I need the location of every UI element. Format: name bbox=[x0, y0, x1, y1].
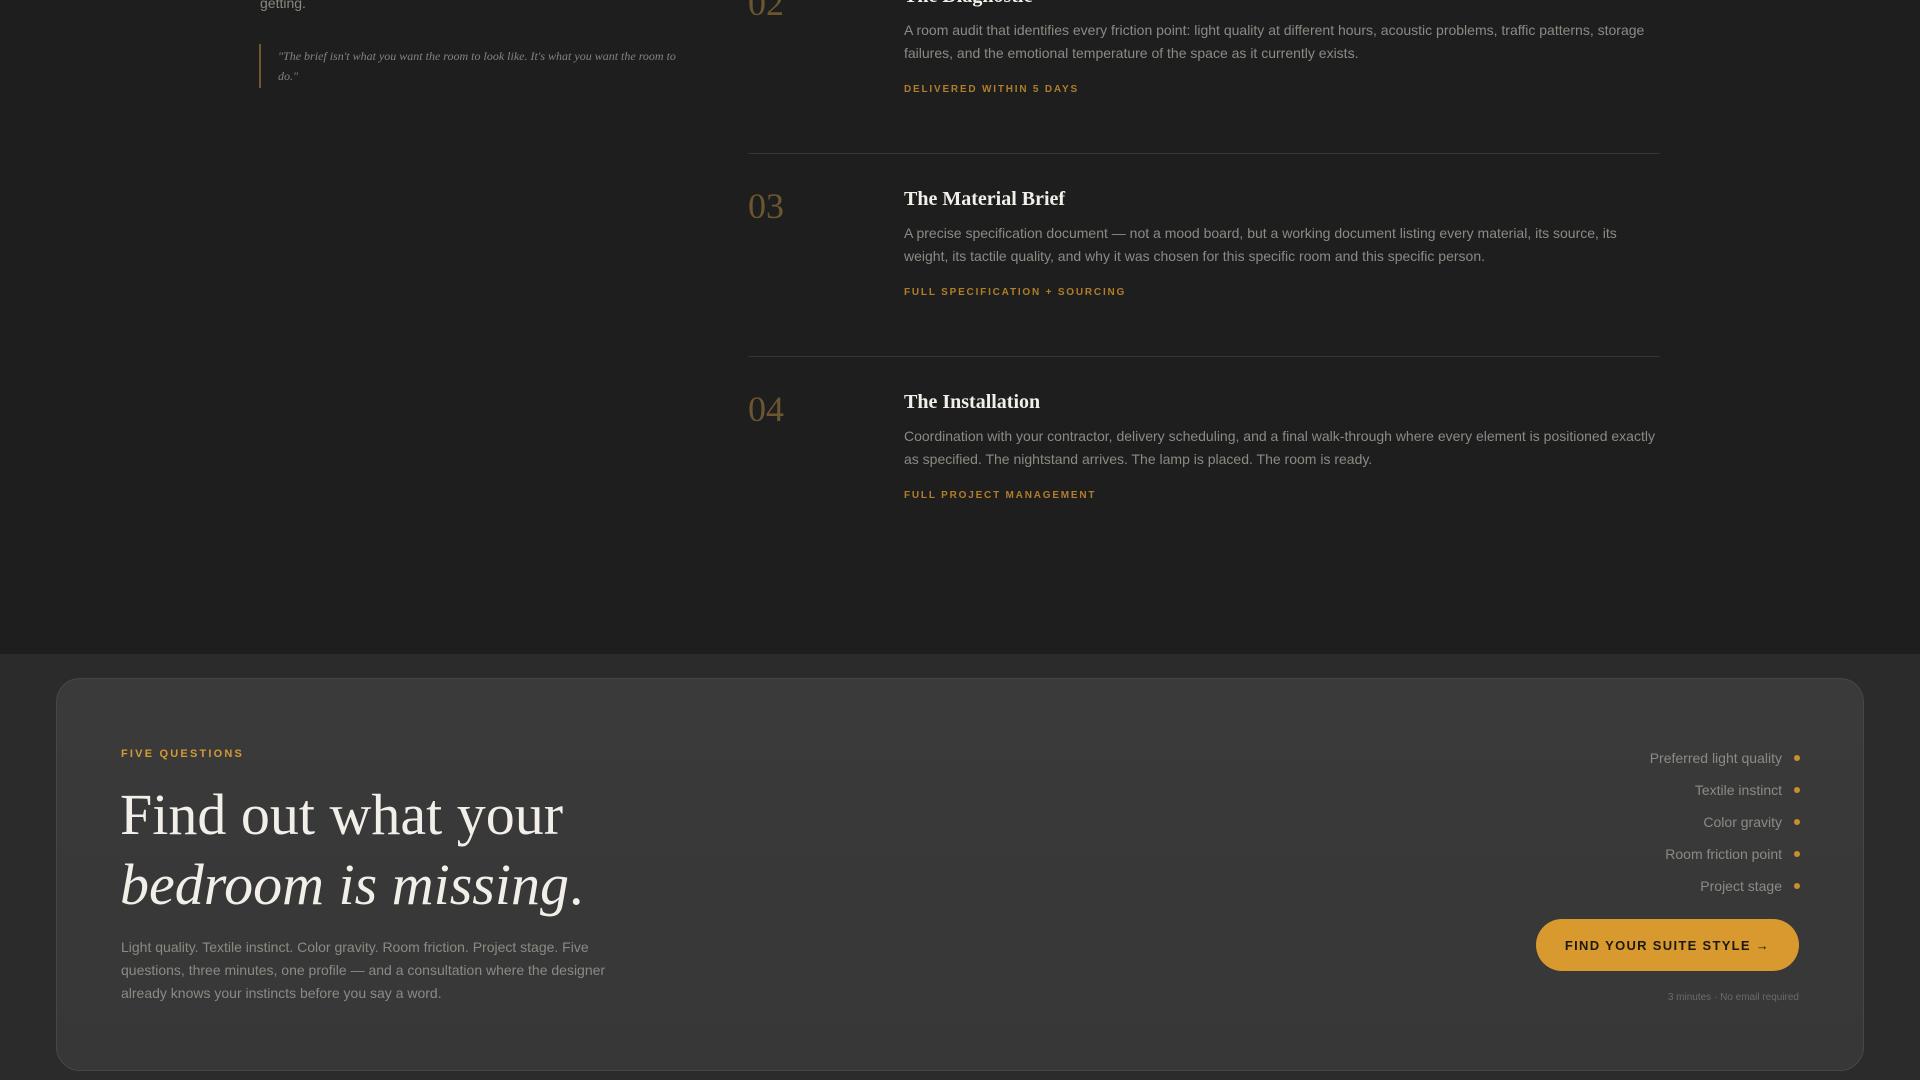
step-tag: DELIVERED WITHIN 5 DAYS bbox=[904, 84, 1079, 95]
cta-description: Light quality. Textile instinct. Color g… bbox=[121, 939, 606, 1001]
step-title: The Installation bbox=[904, 391, 1041, 413]
find-suite-style-button[interactable]: FIND YOUR SUITE STYLE → bbox=[1536, 919, 1799, 971]
question-item: Project stage bbox=[1650, 870, 1800, 902]
headline-period: . bbox=[569, 852, 584, 917]
step-tag: FULL SPECIFICATION + SOURCING bbox=[904, 287, 1127, 298]
bullet-dot-icon bbox=[1794, 883, 1800, 889]
process-section: getting. "The brief isn't what you want … bbox=[0, 0, 1920, 654]
step-title: The Diagnostic bbox=[904, 0, 1660, 9]
intro-text-tail: getting. bbox=[260, 0, 306, 11]
step-divider bbox=[748, 356, 1660, 357]
step-number: 04 bbox=[748, 389, 784, 429]
cta-headline: Find out what your bedroom is missing. bbox=[120, 780, 584, 920]
question-label: Preferred light quality bbox=[1649, 750, 1782, 766]
bullet-dot-icon bbox=[1794, 851, 1800, 857]
step-description: A precise specification document — not a… bbox=[904, 225, 1617, 264]
question-item: Room friction point bbox=[1650, 838, 1800, 870]
question-label: Color gravity bbox=[1703, 814, 1782, 830]
step-number: 03 bbox=[748, 186, 784, 226]
question-item: Color gravity bbox=[1650, 806, 1800, 838]
question-item: Preferred light quality bbox=[1650, 742, 1800, 774]
step-body: The Material Brief A precise specificati… bbox=[904, 186, 1660, 298]
bullet-dot-icon bbox=[1794, 819, 1800, 825]
cta-eyebrow: FIVE QUESTIONS bbox=[121, 748, 245, 760]
page: getting. "The brief isn't what you want … bbox=[0, 0, 1920, 1080]
step-body: The Diagnostic A room audit that identif… bbox=[904, 0, 1660, 95]
headline-line-2: bedroom is missing bbox=[120, 852, 569, 917]
bullet-dot-icon bbox=[1794, 755, 1800, 761]
headline-line-1: Find out what your bbox=[120, 782, 564, 847]
question-label: Project stage bbox=[1700, 878, 1782, 894]
question-list: Preferred light quality Textile instinct… bbox=[1650, 742, 1800, 902]
pull-quote: "The brief isn't what you want the room … bbox=[259, 44, 679, 88]
step-description: Coordination with your contractor, deliv… bbox=[904, 428, 1655, 467]
step-body: The Installation Coordination with your … bbox=[904, 389, 1660, 501]
step-number: 02 bbox=[748, 0, 784, 23]
step-description: A room audit that identifies every frict… bbox=[904, 22, 1645, 61]
question-label: Textile instinct bbox=[1694, 782, 1782, 798]
question-label: Room friction point bbox=[1665, 846, 1782, 862]
cta-note: 3 minutes · No email required bbox=[1667, 992, 1799, 1003]
bullet-dot-icon bbox=[1794, 787, 1800, 793]
step-divider bbox=[748, 153, 1660, 154]
step-title: The Material Brief bbox=[904, 188, 1066, 210]
step-tag: FULL PROJECT MANAGEMENT bbox=[904, 490, 1097, 501]
question-item: Textile instinct bbox=[1650, 774, 1800, 806]
